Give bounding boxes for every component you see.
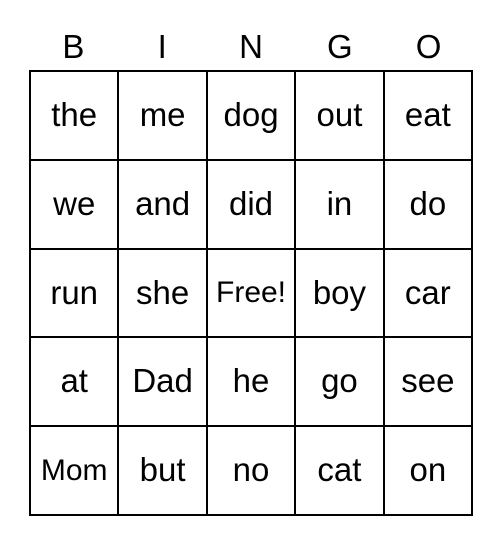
bingo-row: at Dad he go see bbox=[31, 338, 472, 428]
bingo-cell-g3[interactable]: boy bbox=[296, 249, 385, 337]
bingo-cell-g1[interactable]: out bbox=[296, 72, 385, 159]
bingo-cell-g4[interactable]: go bbox=[296, 338, 385, 426]
bingo-row: the me dog out eat bbox=[31, 72, 472, 161]
bingo-cell-i2[interactable]: and bbox=[119, 160, 208, 248]
bingo-cell-label: run bbox=[50, 273, 99, 311]
bingo-cell-i5[interactable]: but bbox=[119, 427, 208, 514]
bingo-cell-label: no bbox=[232, 451, 270, 489]
bingo-header-letter-i: I bbox=[157, 27, 167, 65]
bingo-cell-n5[interactable]: no bbox=[207, 427, 297, 514]
bingo-card: B I N G O the me dog out eat we and did … bbox=[0, 0, 501, 544]
bingo-cell-label: the bbox=[51, 96, 98, 134]
bingo-cell-n1[interactable]: dog bbox=[207, 72, 297, 159]
bingo-cell-label: cat bbox=[317, 451, 362, 489]
bingo-cell-label: Mom bbox=[40, 453, 108, 487]
bingo-cell-label: out bbox=[316, 96, 363, 134]
bingo-cell-b3[interactable]: run bbox=[31, 249, 120, 337]
bingo-cell-free-space[interactable]: Free! bbox=[207, 249, 297, 337]
bingo-cell-b5[interactable]: Mom bbox=[31, 427, 120, 514]
bingo-grid: the me dog out eat we and did in do run … bbox=[29, 70, 473, 516]
bingo-cell-n2[interactable]: did bbox=[207, 160, 297, 248]
bingo-cell-label: we bbox=[53, 184, 96, 222]
bingo-cell-o4[interactable]: see bbox=[384, 338, 472, 426]
bingo-cell-label: do bbox=[409, 184, 447, 222]
bingo-cell-label: in bbox=[326, 184, 353, 222]
bingo-cell-o3[interactable]: car bbox=[384, 249, 472, 337]
bingo-cell-label: Dad bbox=[132, 362, 193, 400]
bingo-cell-o1[interactable]: eat bbox=[384, 72, 472, 159]
bingo-cell-i1[interactable]: me bbox=[119, 72, 208, 159]
bingo-cell-label: on bbox=[409, 451, 447, 489]
bingo-cell-label: and bbox=[135, 184, 191, 222]
bingo-header-letter-o: O bbox=[415, 27, 442, 65]
bingo-header-row: B I N G O bbox=[29, 22, 473, 70]
bingo-cell-label: dog bbox=[223, 96, 279, 134]
bingo-cell-i4[interactable]: Dad bbox=[119, 338, 208, 426]
bingo-header-letter-n: N bbox=[239, 27, 263, 65]
bingo-cell-label: at bbox=[60, 362, 88, 400]
bingo-cell-g5[interactable]: cat bbox=[296, 427, 385, 514]
bingo-cell-g2[interactable]: in bbox=[296, 160, 385, 248]
bingo-header-letter-g: G bbox=[326, 27, 353, 65]
bingo-cell-label: boy bbox=[312, 273, 367, 311]
bingo-cell-label: but bbox=[139, 451, 186, 489]
bingo-cell-o5[interactable]: on bbox=[384, 427, 472, 514]
bingo-cell-label: me bbox=[139, 96, 186, 134]
bingo-cell-i3[interactable]: she bbox=[119, 249, 208, 337]
bingo-row: we and did in do bbox=[31, 160, 472, 250]
bingo-header-letter-b: B bbox=[62, 27, 85, 65]
bingo-cell-label: go bbox=[321, 362, 358, 400]
bingo-cell-b4[interactable]: at bbox=[31, 338, 120, 426]
bingo-cell-label: she bbox=[136, 273, 190, 311]
bingo-cell-n4[interactable]: he bbox=[207, 338, 297, 426]
bingo-cell-label: see bbox=[401, 362, 455, 400]
bingo-row: Mom but no cat on bbox=[31, 427, 472, 514]
bingo-cell-label: eat bbox=[404, 96, 451, 134]
bingo-cell-o2[interactable]: do bbox=[384, 160, 472, 248]
bingo-cell-label: did bbox=[228, 184, 274, 222]
bingo-cell-b1[interactable]: the bbox=[31, 72, 120, 159]
bingo-cell-b2[interactable]: we bbox=[31, 160, 120, 248]
bingo-free-space-label: Free! bbox=[216, 276, 287, 310]
bingo-row: run she Free! boy car bbox=[31, 249, 472, 339]
bingo-cell-label: car bbox=[404, 273, 451, 311]
bingo-cell-label: he bbox=[232, 362, 270, 400]
